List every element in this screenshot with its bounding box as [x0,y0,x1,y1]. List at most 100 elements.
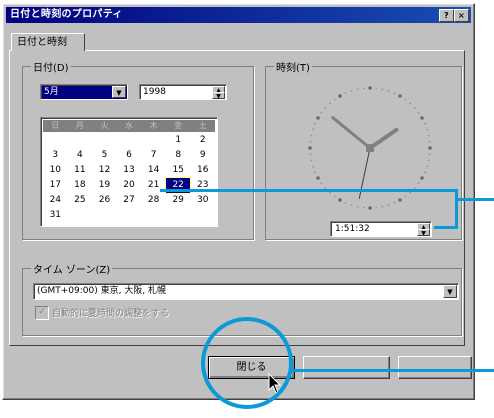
calendar-day[interactable]: 15 [166,163,191,178]
weekday-header: 月 [75,121,84,130]
clock-hour-mark [316,116,320,120]
calendar-day[interactable]: 28 [141,193,166,208]
calendar-day[interactable]: 5 [92,148,117,163]
calendar-day[interactable]: 14 [141,163,166,178]
clock-minute-mark [424,122,426,125]
spin-down-icon[interactable]: ▼ [417,229,430,237]
clock-minute-mark [428,141,431,143]
clock-hour-mark [338,198,342,202]
help-button[interactable]: ? [439,9,454,22]
calendar-day[interactable]: 2 [190,133,215,148]
calendar-empty-cell [43,133,68,148]
calendar-week-row: 31 [43,208,215,223]
clock-minute-mark [334,195,336,198]
clock-minute-mark [381,205,384,208]
clock-minute-mark [426,165,428,168]
clock-minute-mark [393,92,396,94]
dst-checkbox[interactable]: ✓ [35,306,49,320]
callout-line-button [290,369,494,372]
clock-minute-mark [310,159,313,162]
year-spinner[interactable]: 1998 ▲ ▼ [139,84,227,100]
calendar-day[interactable]: 19 [92,178,117,193]
callout-line-vertical [455,189,458,229]
calendar-day[interactable]: 27 [117,193,142,208]
calendar-day[interactable]: 31 [43,208,68,223]
cancel-button[interactable] [303,356,390,379]
callout-line-date [160,189,458,192]
clock-hour-mark [368,206,372,210]
clock-minute-mark [404,195,406,198]
clock-minute-mark [310,134,313,137]
weekday-header: 土 [198,121,207,130]
calendar-day[interactable]: 9 [190,148,215,163]
calendar-day[interactable]: 29 [166,193,191,208]
weekday-header: 木 [149,121,158,130]
clock-minute-mark [428,153,431,155]
tab-date-time[interactable]: 日付と時刻 [11,33,85,51]
calendar-day[interactable]: 17 [43,178,68,193]
time-spinner[interactable]: 1:51:32 ▲ ▼ [330,221,432,237]
calendar-week-row: 24 25 26 27 28 29 30 [43,193,215,208]
clock-minute-mark [417,182,420,184]
calendar-day[interactable]: 11 [68,163,93,178]
clock-minute-mark [350,204,353,206]
calendar-day[interactable]: 16 [190,163,215,178]
weekday-header: 金 [174,121,183,130]
calendar-grid: 日月火水木金土 1 2 3 4 5 6 7 8 9 10 11 12 13 14 15 16 17 18 19 20 2… [40,117,218,227]
clock-minute-mark [334,98,336,101]
calendar-empty-cell [92,133,117,148]
calendar-day[interactable]: 1 [166,133,191,148]
calendar-empty-cell [141,133,166,148]
date-group-label: 日付(D) [31,59,71,74]
clock-minute-mark [314,122,316,125]
clock-minute-mark [329,102,331,105]
clock-hour-mark [398,94,402,98]
weekday-header-row: 日月火水木金土 [43,120,215,132]
calendar-day[interactable]: 30 [190,193,215,208]
timezone-dropdown[interactable]: (GMT+09:00) 東京, 大阪, 札幌 ▼ [33,283,459,300]
spin-down-icon[interactable]: ▼ [212,92,225,100]
clock-hour-mark [420,176,424,180]
apply-button[interactable] [398,356,472,379]
calendar-empty-cell [117,208,142,223]
clock-hour-mark [308,146,312,150]
calendar-day[interactable]: 7 [141,148,166,163]
calendar-day[interactable]: 3 [43,148,68,163]
weekday-header: 水 [125,121,134,130]
calendar-empty-cell [68,133,93,148]
chevron-down-icon[interactable]: ▼ [112,86,126,98]
calendar-day[interactable]: 20 [117,178,142,193]
clock-minute-mark [324,107,327,109]
calendar-day[interactable]: 18 [68,178,93,193]
timezone-value: (GMT+09:00) 東京, 大阪, 札幌 [37,286,167,296]
calendar-empty-cell [92,208,117,223]
close-icon[interactable]: × [454,9,469,22]
dst-checkbox-label: 自動的に夏時間の調整をする [52,309,170,319]
month-dropdown[interactable]: 5月 ▼ [40,84,128,100]
calendar-day[interactable]: 13 [117,163,142,178]
calendar-day[interactable]: 26 [92,193,117,208]
calendar-day[interactable]: 6 [117,148,142,163]
calendar-day[interactable]: 8 [166,148,191,163]
calendar-day[interactable]: 24 [43,193,68,208]
calendar-day[interactable]: 12 [92,163,117,178]
calendar-day[interactable]: 10 [43,163,68,178]
clock-minute-mark [356,88,359,91]
window-title: 日付と時刻のプロパティ [10,9,123,20]
calendar-day[interactable]: 25 [68,193,93,208]
chevron-down-icon[interactable]: ▼ [443,285,457,298]
weekday-header: 火 [100,121,109,130]
clock-minute-mark [404,98,406,101]
title-bar[interactable]: 日付と時刻のプロパティ ? × [6,7,471,23]
clock-minute-hand [331,116,372,150]
clock-minute-mark [413,107,416,109]
clock-minute-mark [320,112,323,114]
clock-minute-mark [427,134,430,137]
calendar-day[interactable]: 4 [68,148,93,163]
clock-minute-mark [409,102,411,105]
clock-hour-mark [428,146,432,150]
clock-minute-mark [309,141,312,143]
clock-minute-mark [381,88,384,91]
clock-minute-mark [424,171,426,174]
clock-minute-mark [387,204,390,206]
